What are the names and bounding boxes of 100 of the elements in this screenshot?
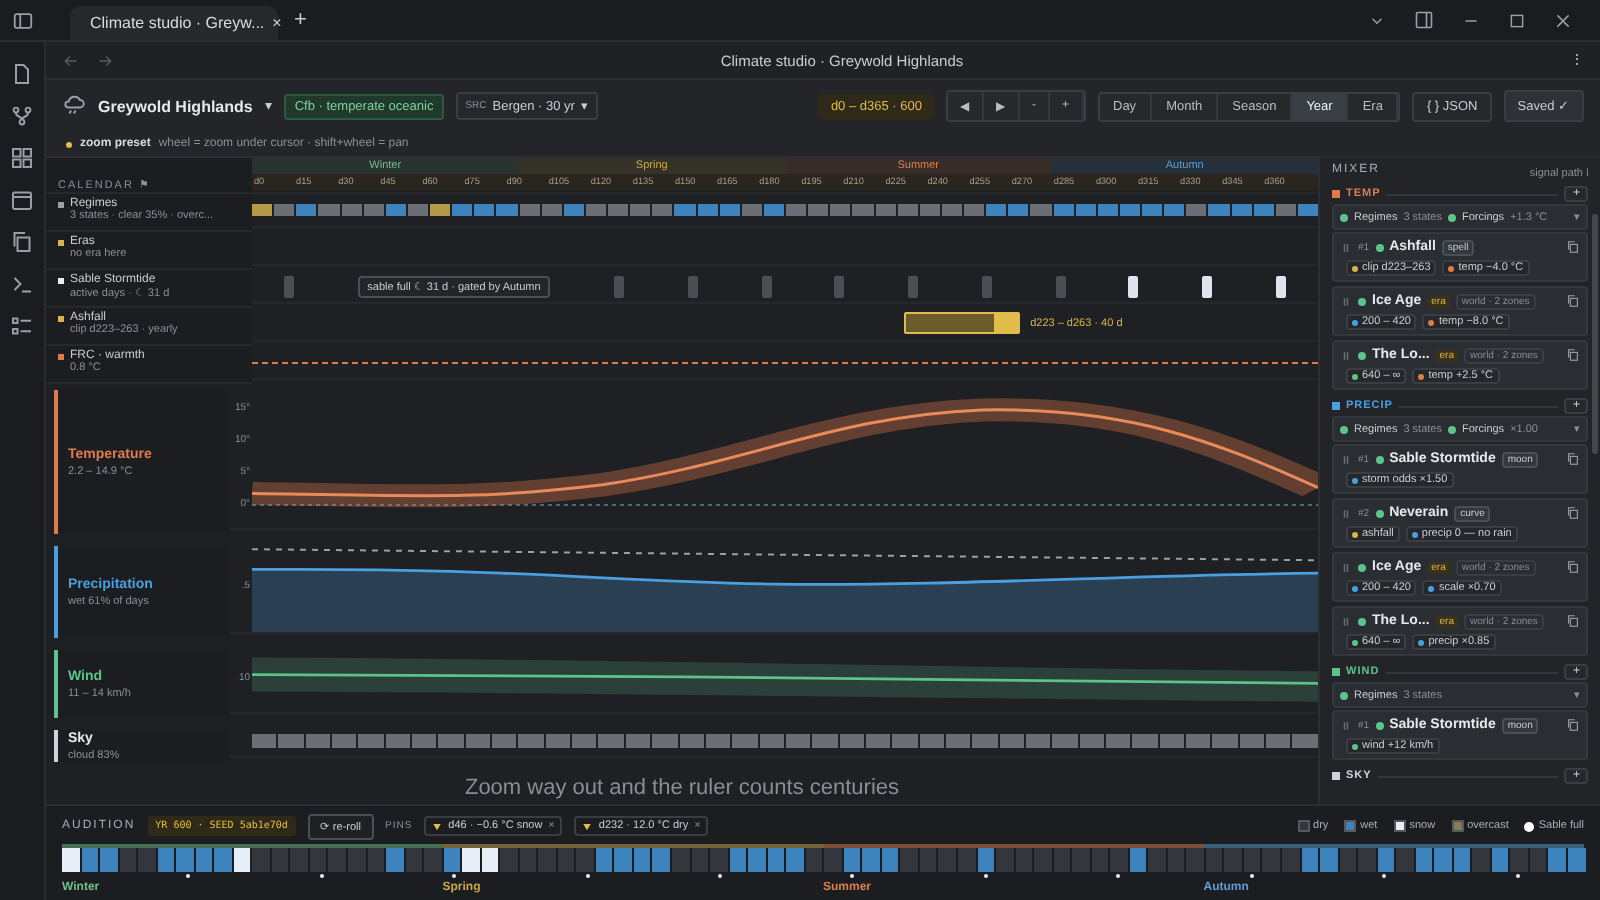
copy-icon[interactable] — [1566, 452, 1580, 466]
day-cell[interactable] — [557, 848, 575, 872]
day-cell[interactable] — [481, 848, 499, 872]
day-cell[interactable] — [977, 848, 995, 872]
day-cell[interactable] — [805, 848, 823, 872]
day-cell[interactable] — [996, 848, 1014, 872]
day-cell[interactable] — [1129, 848, 1147, 872]
day-cell[interactable] — [1301, 848, 1319, 872]
day-cell[interactable] — [157, 848, 175, 872]
day-cell[interactable] — [1053, 848, 1071, 872]
day-cell[interactable] — [1148, 848, 1166, 872]
day-cell[interactable] — [824, 848, 842, 872]
day-cell[interactable] — [252, 848, 270, 872]
day-cell[interactable] — [710, 848, 728, 872]
day-cell[interactable] — [691, 848, 709, 872]
day-cell[interactable] — [1282, 848, 1300, 872]
day-cell[interactable] — [290, 848, 308, 872]
copy-icon[interactable] — [1566, 294, 1580, 308]
day-cell[interactable] — [367, 848, 385, 872]
day-cell[interactable] — [386, 848, 404, 872]
checklist-icon[interactable] — [10, 314, 34, 338]
day-cell[interactable] — [119, 848, 137, 872]
day-cell[interactable] — [748, 848, 766, 872]
day-cell[interactable] — [195, 848, 213, 872]
close-tab-button[interactable]: × — [272, 14, 282, 32]
day-cell[interactable] — [881, 848, 899, 872]
day-cell[interactable] — [1396, 848, 1414, 872]
day-cell[interactable] — [1262, 848, 1280, 872]
day-cell[interactable] — [1567, 848, 1585, 872]
copy-icon[interactable] — [1566, 718, 1580, 732]
day-cell[interactable] — [1339, 848, 1357, 872]
close-icon[interactable] — [1554, 11, 1572, 29]
day-cell[interactable] — [233, 848, 251, 872]
day-cell[interactable] — [1205, 848, 1223, 872]
day-cell[interactable] — [900, 848, 918, 872]
day-cell[interactable] — [347, 848, 365, 872]
day-cell[interactable] — [957, 848, 975, 872]
day-cell[interactable] — [538, 848, 556, 872]
day-cell[interactable] — [1434, 848, 1452, 872]
day-cell[interactable] — [1320, 848, 1338, 872]
day-cell[interactable] — [176, 848, 194, 872]
scrollbar[interactable] — [1592, 214, 1598, 454]
drag-handle-icon[interactable] — [1340, 613, 1352, 629]
day-cell[interactable] — [786, 848, 804, 872]
day-cell[interactable] — [138, 848, 156, 872]
day-cell[interactable] — [1034, 848, 1052, 872]
file-icon[interactable] — [10, 62, 34, 86]
day-cell[interactable] — [652, 848, 670, 872]
day-cell[interactable] — [1472, 848, 1490, 872]
day-cell[interactable] — [1167, 848, 1185, 872]
day-cell[interactable] — [271, 848, 289, 872]
day-cell[interactable] — [1377, 848, 1395, 872]
drag-handle-icon[interactable] — [1340, 451, 1352, 467]
day-cell[interactable] — [919, 848, 937, 872]
day-cell[interactable] — [1110, 848, 1128, 872]
drag-handle-icon[interactable] — [1340, 239, 1352, 255]
day-cell[interactable] — [1015, 848, 1033, 872]
drag-handle-icon[interactable] — [1340, 559, 1352, 575]
day-cell[interactable] — [1243, 848, 1261, 872]
blocks-icon[interactable] — [10, 146, 34, 170]
day-cell[interactable] — [1224, 848, 1242, 872]
day-cell[interactable] — [424, 848, 442, 872]
day-cell[interactable] — [462, 848, 480, 872]
day-cell[interactable] — [500, 848, 518, 872]
day-cell[interactable] — [938, 848, 956, 872]
day-cell[interactable] — [81, 848, 99, 872]
branch-icon[interactable] — [10, 104, 34, 128]
calendar-icon[interactable] — [10, 188, 34, 212]
day-cell[interactable] — [62, 848, 80, 872]
day-cell[interactable] — [843, 848, 861, 872]
day-cell[interactable] — [1415, 848, 1433, 872]
day-cell[interactable] — [328, 848, 346, 872]
drag-handle-icon[interactable] — [1340, 293, 1352, 309]
day-cell[interactable] — [672, 848, 690, 872]
forward-arrow-icon[interactable] — [96, 51, 114, 69]
copy-icon[interactable] — [1566, 614, 1580, 628]
day-cell[interactable] — [1186, 848, 1204, 872]
day-cell[interactable] — [614, 848, 632, 872]
drag-handle-icon[interactable] — [1340, 717, 1352, 733]
day-cell[interactable] — [1091, 848, 1109, 872]
day-cell[interactable] — [1510, 848, 1528, 872]
day-cell[interactable] — [862, 848, 880, 872]
clip-block[interactable] — [903, 312, 1021, 334]
split-layout-icon[interactable] — [1414, 10, 1434, 30]
copy-icon[interactable] — [1566, 506, 1580, 520]
maximize-icon[interactable] — [1508, 11, 1526, 29]
day-cell[interactable] — [1453, 848, 1471, 872]
drag-handle-icon[interactable] — [1340, 347, 1352, 363]
copy-icon[interactable] — [10, 230, 34, 254]
day-cell[interactable] — [576, 848, 594, 872]
day-cell[interactable] — [729, 848, 747, 872]
day-cell[interactable] — [1491, 848, 1509, 872]
day-cell[interactable] — [1072, 848, 1090, 872]
sidebar-toggle-icon[interactable] — [12, 9, 34, 31]
day-cell[interactable] — [100, 848, 118, 872]
copy-icon[interactable] — [1566, 240, 1580, 254]
browser-tab[interactable]: Climate studio · Greyw... × — [70, 6, 278, 40]
back-arrow-icon[interactable] — [62, 51, 80, 69]
day-cell[interactable] — [1358, 848, 1376, 872]
day-cell[interactable] — [1529, 848, 1547, 872]
